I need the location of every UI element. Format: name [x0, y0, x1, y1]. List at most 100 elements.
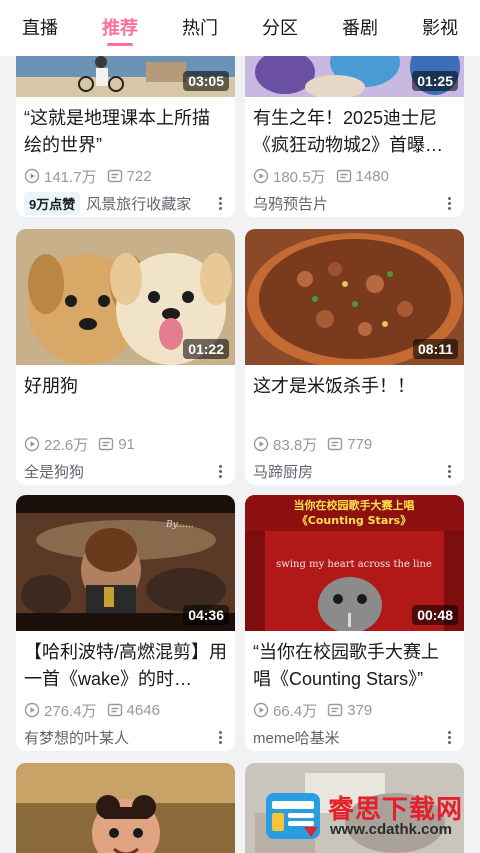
danmaku-count: 91	[98, 436, 135, 453]
view-count-text: 180.5万	[273, 168, 326, 186]
video-duration: 03:05	[183, 71, 229, 91]
video-title: 好朋狗	[24, 376, 78, 396]
video-title: “当你在校园歌手大赛上唱《Counting Stars》”	[253, 642, 439, 689]
danmaku-count-text: 379	[347, 701, 373, 719]
view-count: 83.8万	[253, 434, 317, 455]
site-logo-icon	[266, 793, 320, 839]
tab-live[interactable]: 直播	[0, 0, 80, 56]
view-count: 66.4万	[253, 700, 317, 721]
view-count-text: 276.4万	[44, 702, 97, 720]
video-stats: 180.5万 1480	[245, 163, 464, 189]
uploader-name[interactable]: 有梦想的叶某人	[24, 727, 129, 748]
video-duration: 01:22	[183, 339, 229, 359]
more-options-icon[interactable]	[440, 461, 458, 481]
play-count-icon	[24, 168, 40, 184]
view-count: 276.4万	[24, 700, 97, 721]
video-thumbnail[interactable]	[16, 763, 235, 853]
view-count-text: 66.4万	[273, 702, 318, 720]
danmaku-count-text: 1480	[355, 167, 389, 185]
uploader-name[interactable]: meme哈基米	[253, 727, 340, 748]
danmaku-icon	[328, 703, 343, 717]
video-title: 【哈利波特/高燃混剪】用一首《wake》的时…	[24, 642, 227, 689]
video-card[interactable]: 03:05 “这就是地理课本上所描绘的世界” 141.7万 722 9万点赞 风…	[16, 56, 235, 217]
uploader-name[interactable]: 乌鸦预告片	[253, 193, 328, 214]
danmaku-icon	[336, 169, 351, 183]
video-stats: 22.6万 91	[16, 431, 235, 457]
danmaku-count: 722	[107, 168, 152, 185]
likes-badge: 9万点赞	[24, 191, 81, 215]
uploader-name[interactable]: 马蹄厨房	[253, 461, 313, 482]
view-count-text: 141.7万	[44, 168, 97, 186]
play-count-icon	[24, 702, 40, 718]
watermark-site-url: www.cdathk.com	[330, 821, 452, 838]
video-card[interactable]: 08:11 这才是米饭杀手！！ 83.8万 779 马蹄厨房	[245, 229, 464, 485]
danmaku-count-text: 722	[126, 167, 152, 185]
danmaku-count-text: 779	[347, 435, 373, 453]
more-options-icon[interactable]	[211, 461, 229, 481]
more-options-icon[interactable]	[211, 193, 229, 213]
view-count: 22.6万	[24, 434, 88, 455]
video-meta: 全是狗狗	[16, 457, 235, 485]
thumbnail-headline-2: 《Counting Stars》	[297, 514, 411, 527]
danmaku-count-text: 4646	[126, 701, 160, 719]
video-meta: meme哈基米	[245, 723, 464, 751]
video-card[interactable]: 01:25 有生之年！2025迪士尼《疯狂动物城2》首曝… 180.5万 148…	[245, 56, 464, 217]
video-title: 有生之年！2025迪士尼《疯狂动物城2》首曝…	[253, 108, 444, 155]
video-card[interactable]: 01:22 好朋狗 22.6万 91 全是狗狗	[16, 229, 235, 485]
video-duration: 04:36	[183, 605, 229, 625]
site-watermark: 睿思下载网 www.cdathk.com	[260, 787, 474, 849]
uploader-name[interactable]: 全是狗狗	[24, 461, 84, 482]
video-thumbnail[interactable]: 01:25	[245, 56, 464, 97]
video-meta: 9万点赞 风景旅行收藏家	[16, 189, 235, 217]
video-stats: 141.7万 722	[16, 163, 235, 189]
danmaku-icon	[328, 437, 343, 451]
video-duration: 08:11	[412, 339, 458, 359]
video-feed[interactable]: 03:05 “这就是地理课本上所描绘的世界” 141.7万 722 9万点赞 风…	[0, 56, 480, 853]
play-count-icon	[253, 702, 269, 718]
play-count-icon	[253, 168, 269, 184]
more-options-icon[interactable]	[211, 727, 229, 747]
video-card[interactable]: 当你在校园歌手大赛上唱 《Counting Stars》 swing my he…	[245, 495, 464, 751]
thumbnail-lyric: swing my heart across the line	[276, 559, 432, 570]
video-duration: 01:25	[412, 71, 458, 91]
video-duration: 00:48	[412, 605, 458, 625]
danmaku-count: 1480	[336, 168, 389, 185]
video-meta: 有梦想的叶某人	[16, 723, 235, 751]
danmaku-icon	[107, 169, 122, 183]
video-thumbnail[interactable]: 03:05	[16, 56, 235, 97]
video-thumbnail[interactable]: 01:22	[16, 229, 235, 365]
danmaku-icon	[99, 437, 114, 451]
tab-category[interactable]: 分区	[240, 0, 320, 56]
tab-hot[interactable]: 热门	[160, 0, 240, 56]
play-count-icon	[253, 436, 269, 452]
view-count: 141.7万	[24, 166, 97, 187]
video-stats: 66.4万 379	[245, 697, 464, 723]
tab-recommend[interactable]: 推荐	[80, 0, 160, 56]
danmaku-icon	[107, 703, 122, 717]
danmaku-count-text: 91	[118, 435, 135, 453]
video-thumbnail[interactable]: 08:11	[245, 229, 464, 365]
more-options-icon[interactable]	[440, 727, 458, 747]
video-title: “这就是地理课本上所描绘的世界”	[24, 108, 210, 155]
video-card[interactable]	[16, 763, 235, 853]
top-tab-bar: 直播 推荐 热门 分区 番剧 影视	[0, 0, 480, 56]
danmaku-count: 4646	[107, 702, 160, 719]
danmaku-count: 779	[327, 436, 372, 453]
video-thumbnail[interactable]: By...... 04:36	[16, 495, 235, 631]
danmaku-count: 379	[327, 702, 372, 719]
video-card[interactable]: By...... 04:36 【哈利波特/高燃混剪】用一首《wake》的时… 2…	[16, 495, 235, 751]
video-stats: 83.8万 779	[245, 431, 464, 457]
thumbnail-headline: 当你在校园歌手大赛上唱	[294, 498, 415, 512]
view-count: 180.5万	[253, 166, 326, 187]
uploader-name[interactable]: 风景旅行收藏家	[86, 193, 191, 214]
thumbnail-caption: By......	[165, 520, 194, 530]
video-meta: 马蹄厨房	[245, 457, 464, 485]
video-thumbnail[interactable]: 当你在校园歌手大赛上唱 《Counting Stars》 swing my he…	[245, 495, 464, 631]
view-count-text: 83.8万	[273, 436, 318, 454]
animated-character-image	[16, 763, 235, 853]
more-options-icon[interactable]	[440, 193, 458, 213]
tab-film[interactable]: 影视	[400, 0, 480, 56]
video-stats: 276.4万 4646	[16, 697, 235, 723]
video-meta: 乌鸦预告片	[245, 189, 464, 217]
tab-anime[interactable]: 番剧	[320, 0, 400, 56]
